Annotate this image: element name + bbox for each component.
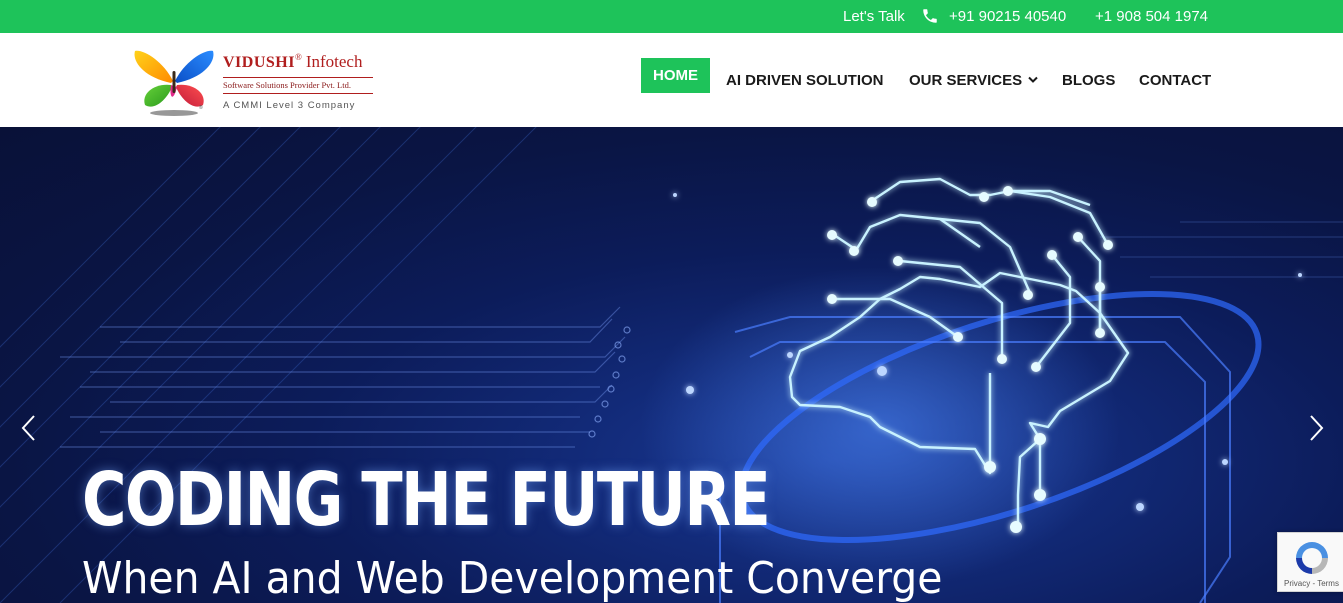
nav-item-ai-driven-solution[interactable]: AI DRIVEN SOLUTION — [726, 72, 884, 89]
phone-icon — [923, 9, 937, 23]
butterfly-logo-icon: ® — [134, 50, 214, 116]
logo-tagline: Software Solutions Provider Pvt. Ltd. — [223, 80, 351, 90]
recaptcha-links[interactable]: Privacy - Terms — [1284, 579, 1339, 588]
svg-text:®: ® — [199, 104, 203, 111]
hero-slider: CODING THE FUTURE When AI and Web Develo… — [0, 127, 1343, 603]
top-contact-bar: Let's Talk +91 90215 40540 +1 908 504 19… — [0, 0, 1343, 33]
nav-item-label: OUR SERVICES — [909, 72, 1023, 89]
lets-talk-label: Let's Talk — [843, 8, 905, 25]
chevron-left-icon[interactable] — [19, 414, 39, 442]
logo-divider-bottom — [223, 93, 373, 94]
hero-title: CODING THE FUTURE — [82, 457, 771, 543]
phone-link-secondary[interactable]: +1 908 504 1974 — [1095, 8, 1208, 25]
nav-item-home[interactable]: HOME — [641, 58, 710, 93]
recaptcha-icon — [1296, 542, 1328, 574]
hero-subtitle: When AI and Web Development Converge — [82, 553, 943, 603]
chevron-right-icon[interactable] — [1306, 414, 1326, 442]
phone-link-primary[interactable]: +91 90215 40540 — [949, 8, 1066, 25]
chevron-down-icon — [1028, 76, 1038, 83]
brand-name: VIDUSHI® Infotech — [223, 52, 363, 71]
site-logo[interactable]: ® VIDUSHI® Infotech Software Solutions P… — [133, 47, 383, 117]
certification-label: A CMMI Level 3 Company — [223, 100, 356, 111]
nav-item-blogs[interactable]: BLOGS — [1062, 72, 1115, 89]
recaptcha-badge[interactable]: Privacy - Terms — [1277, 532, 1343, 592]
nav-item-contact[interactable]: CONTACT — [1139, 72, 1211, 89]
logo-divider — [223, 77, 373, 78]
nav-item-our-services[interactable]: OUR SERVICES — [909, 72, 1038, 89]
site-header: ® VIDUSHI® Infotech Software Solutions P… — [0, 33, 1343, 127]
